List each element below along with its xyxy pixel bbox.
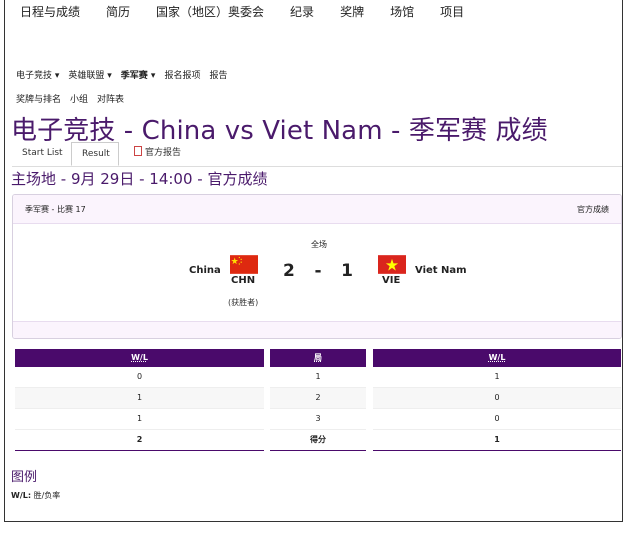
tab-official-report[interactable]: 官方报告 (124, 142, 191, 166)
match-card-header: 季军赛 - 比赛 17 官方成绩 (13, 195, 621, 224)
home-wl-header: W/L (15, 349, 264, 367)
away-wl-table: W/L 1 0 0 1 (373, 349, 621, 451)
table-row: 0 (15, 367, 264, 388)
home-score: 2 (283, 261, 295, 281)
legend-entry: W/L: 胜/负率 (11, 490, 60, 501)
nav-venues[interactable]: 场馆 (390, 3, 414, 20)
nav-sports[interactable]: 项目 (440, 3, 464, 20)
subnav-lol[interactable]: 英雄联盟 ▾ (68, 68, 111, 81)
home-total: 2 (15, 430, 264, 451)
tab-result[interactable]: Result (71, 142, 119, 166)
tab-start-list[interactable]: Start List (12, 142, 73, 166)
document-icon (134, 146, 142, 156)
table-row: 3 (270, 409, 366, 430)
home-wl-table: W/L 0 1 1 2 (15, 349, 264, 451)
match-round-label: 季军赛 - 比赛 17 (25, 205, 86, 214)
match-card: 季军赛 - 比赛 17 官方成绩 全场 China CHN 2 - 1 VIE … (12, 194, 622, 339)
legend-title: 图例 (11, 470, 38, 485)
subnav-entries[interactable]: 报名报项 (164, 68, 200, 81)
home-team-name[interactable]: China (189, 265, 221, 276)
away-team-code: VIE (382, 275, 401, 286)
away-team-name[interactable]: Viet Nam (415, 265, 467, 276)
sport-subnav: 电子竞技 ▾ 英雄联盟 ▾ 季军赛 ▾ 报名报项 报告 (16, 68, 236, 81)
table-row: 2 (270, 388, 366, 409)
game-table: 局 1 2 3 得分 (270, 349, 366, 451)
top-navigation: 日程与成绩 简历 国家（地区）奥委会 纪录 奖牌 场馆 项目 (20, 3, 490, 20)
score-separator: - (314, 261, 322, 281)
nav-records[interactable]: 纪录 (290, 3, 314, 20)
legend-key: W/L: (11, 491, 32, 500)
away-score: 1 (341, 261, 353, 281)
vietnam-flag-icon (378, 255, 406, 274)
match-subtitle: 主场地 - 9月 29日 - 14:00 - 官方成绩 (11, 170, 268, 188)
subnav-bronze[interactable]: 季军赛 ▾ (121, 68, 156, 81)
secondary-subnav: 奖牌与排名 小组 对阵表 (16, 92, 133, 105)
home-team-code: CHN (231, 275, 256, 286)
table-row: 1 (15, 409, 264, 430)
away-total: 1 (373, 430, 621, 451)
subnav-esports[interactable]: 电子竞技 ▾ (16, 68, 59, 81)
away-wl-header: W/L (373, 349, 621, 367)
china-flag-icon (230, 255, 258, 274)
table-row: 1 (373, 367, 621, 388)
subnav-groups[interactable]: 小组 (70, 92, 88, 105)
final-score: 2 - 1 (283, 261, 353, 281)
nav-medals[interactable]: 奖牌 (340, 3, 364, 20)
subnav-medals-ranking[interactable]: 奖牌与排名 (16, 92, 61, 105)
table-row: 1 (270, 367, 366, 388)
legend-desc: 胜/负率 (31, 491, 61, 500)
result-tabs: Start List Result 官方报告 (12, 142, 622, 167)
period-label: 全场 (311, 240, 327, 249)
table-row: 1 (15, 388, 264, 409)
total-label: 得分 (270, 430, 366, 451)
nav-bio[interactable]: 简历 (106, 3, 130, 20)
nav-schedule[interactable]: 日程与成绩 (20, 3, 80, 20)
subnav-reports[interactable]: 报告 (209, 68, 227, 81)
official-result-label: 官方成绩 (577, 205, 609, 214)
match-card-footer (13, 321, 621, 338)
game-header: 局 (270, 349, 366, 367)
subnav-bracket[interactable]: 对阵表 (97, 92, 124, 105)
table-row: 0 (373, 388, 621, 409)
winner-label: (获胜者) (228, 298, 259, 307)
table-row: 0 (373, 409, 621, 430)
nav-noc[interactable]: 国家（地区）奥委会 (156, 3, 264, 20)
tab-official-report-label: 官方报告 (145, 148, 182, 158)
